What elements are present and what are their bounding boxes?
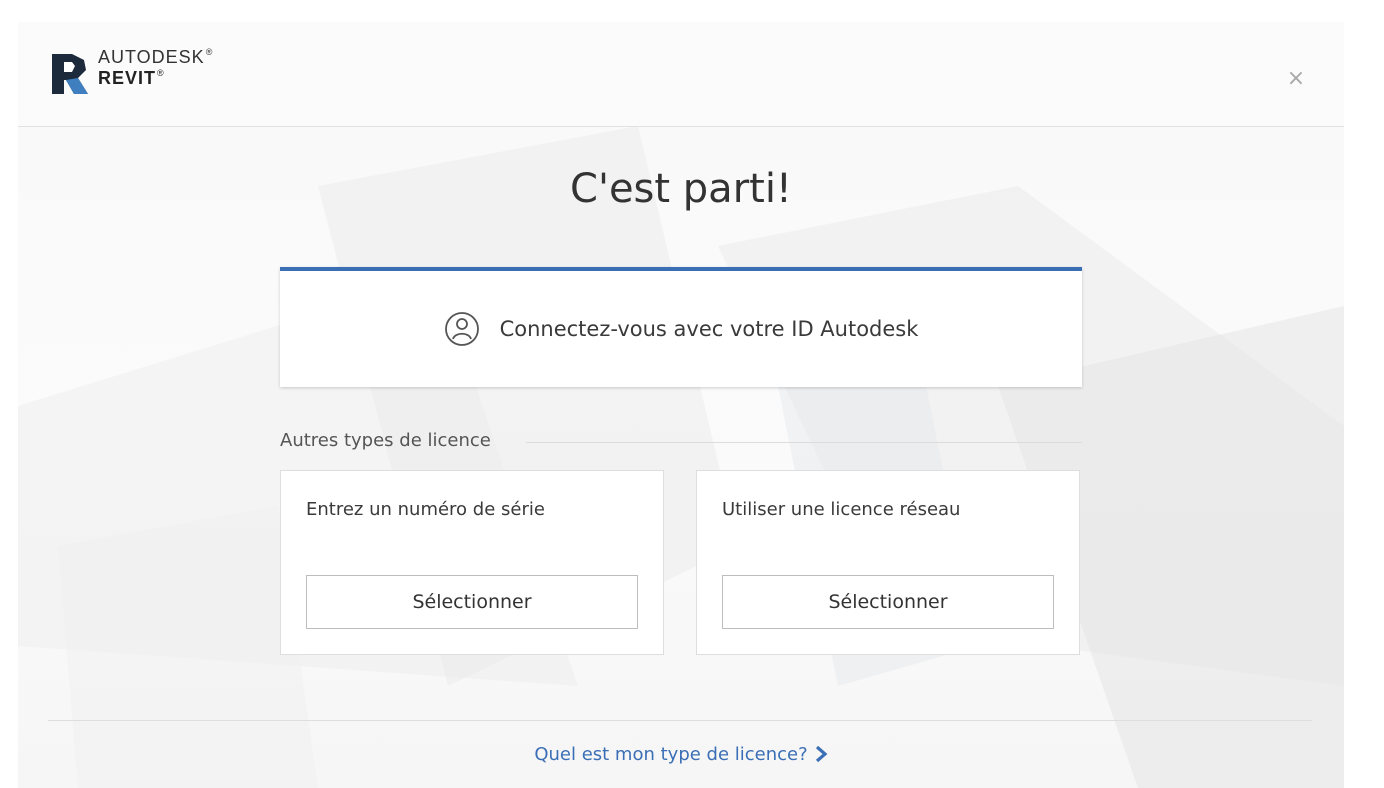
serial-number-card: Entrez un numéro de série Sélectionner <box>280 470 664 655</box>
brand-revit: REVIT® <box>98 68 165 88</box>
network-license-label: Utiliser une licence réseau <box>722 499 961 520</box>
section-divider <box>526 442 1082 443</box>
serial-number-label: Entrez un numéro de série <box>306 499 545 520</box>
dialog-header: AUTODESK® REVIT® × <box>18 22 1344 127</box>
page-title: C'est parti! <box>570 166 792 212</box>
license-type-help-label: Quel est mon type de licence? <box>534 744 808 765</box>
license-type-help-link[interactable]: Quel est mon type de licence? <box>18 744 1344 765</box>
other-license-types-label: Autres types de licence <box>280 430 491 451</box>
brand-autodesk: AUTODESK® <box>98 47 214 67</box>
close-icon[interactable]: × <box>1286 68 1306 90</box>
chevron-right-icon <box>815 746 828 762</box>
license-dialog: AUTODESK® REVIT® × C'est parti! Connecte… <box>18 22 1344 788</box>
select-network-license-button[interactable]: Sélectionner <box>722 575 1054 629</box>
network-license-card: Utiliser une licence réseau Sélectionner <box>696 470 1080 655</box>
signin-autodesk-id-button[interactable]: Connectez-vous avec votre ID Autodesk <box>280 267 1082 387</box>
footer-divider <box>48 720 1312 721</box>
background-art <box>18 126 1344 788</box>
signin-label: Connectez-vous avec votre ID Autodesk <box>499 317 919 341</box>
revit-logo-icon <box>52 54 88 94</box>
select-serial-number-button[interactable]: Sélectionner <box>306 575 638 629</box>
user-circle-icon <box>444 312 479 346</box>
